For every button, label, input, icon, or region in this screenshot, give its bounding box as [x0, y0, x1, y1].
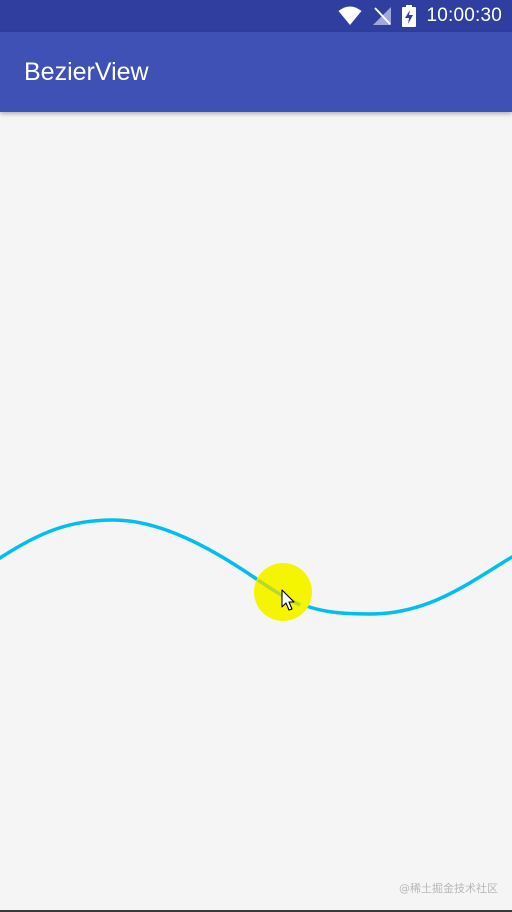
- phone-screen: 10:00:30 BezierView @稀土掘金技术社区: [0, 0, 512, 912]
- app-title: BezierView: [24, 58, 149, 86]
- wifi-icon: [338, 6, 362, 26]
- status-icons: 10:00:30: [338, 0, 502, 32]
- status-bar: 10:00:30: [0, 0, 512, 32]
- status-time: 10:00:30: [426, 5, 502, 26]
- bezier-view[interactable]: [0, 112, 512, 910]
- app-bar: BezierView: [0, 32, 512, 112]
- watermark: @稀土掘金技术社区: [399, 882, 498, 895]
- signal-off-icon: [372, 6, 392, 26]
- battery-charging-icon: [402, 5, 417, 27]
